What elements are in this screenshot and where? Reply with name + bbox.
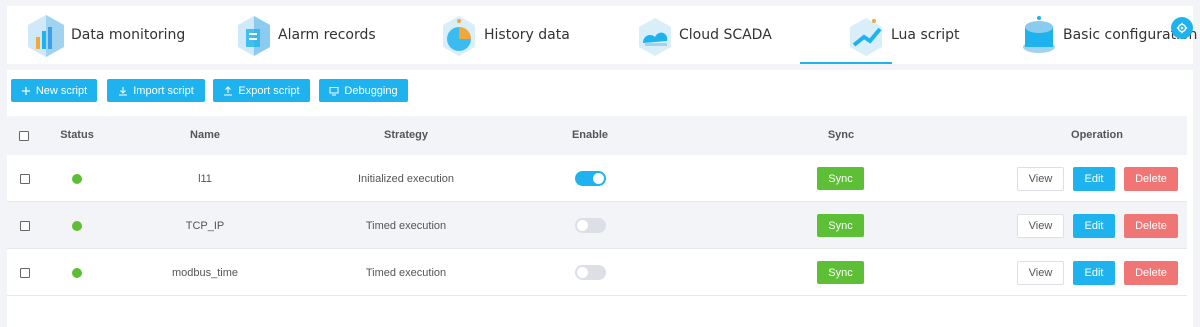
tab-label: Cloud SCADA [679,27,772,43]
script-name: modbus_time [171,266,239,279]
table-row: modbus_time Timed execution Sync View Ed… [7,249,1187,296]
sync-button[interactable]: Sync [817,202,864,249]
select-all-checkbox[interactable] [19,116,31,155]
edit-button[interactable]: Edit [1073,261,1115,285]
tab-label: Data monitoring [71,27,186,43]
history-data-icon [443,16,475,56]
view-button[interactable]: View [1017,261,1064,285]
edit-button[interactable]: Edit [1073,214,1115,238]
view-button[interactable]: View [1017,167,1064,191]
cloud-scada-icon [639,18,671,56]
table-row: TCP_IP Timed execution Sync View Edit De… [7,202,1187,249]
row-checkbox[interactable] [19,249,31,296]
script-panel: New script Import script Export script D… [7,70,1193,327]
export-script-button[interactable]: Export script [213,79,310,102]
row-checkbox[interactable] [19,155,31,202]
gear-icon [1176,22,1188,34]
status-indicator [67,202,87,249]
delete-button[interactable]: Delete [1124,167,1178,191]
monitor-icon [329,86,339,95]
script-strategy: Initialized execution [357,172,454,185]
column-name: Name [190,129,220,141]
alarm-records-icon [238,16,270,56]
import-script-button[interactable]: Import script [107,79,205,102]
edit-button[interactable]: Edit [1073,167,1115,191]
column-status: Status [60,129,94,141]
enable-toggle[interactable] [574,155,607,202]
enable-toggle[interactable] [574,202,607,249]
row-checkbox[interactable] [19,202,31,249]
tab-label: Alarm records [278,27,376,43]
column-enable: Enable [571,129,609,141]
basic-configuration-icon [1023,16,1055,53]
module-tab-bar: Data monitoring Alarm records History da… [7,6,1197,64]
data-monitoring-icon [28,15,64,57]
tab-label: History data [484,27,570,43]
delete-button[interactable]: Delete [1124,214,1178,238]
script-name: TCP_IP [185,219,225,232]
plus-icon [21,86,30,95]
sync-button[interactable]: Sync [817,155,864,202]
column-strategy: Strategy [383,129,429,141]
script-strategy: Timed execution [365,266,447,279]
upload-icon [224,85,233,96]
column-sync: Sync [827,129,855,141]
view-button[interactable]: View [1017,214,1064,238]
debugging-button[interactable]: Debugging [319,79,408,102]
script-strategy: Timed execution [365,219,447,232]
table-row: l11 Initialized execution Sync View Edit… [7,155,1187,202]
settings-gear-button[interactable] [1171,17,1193,39]
status-indicator [67,249,87,296]
table-header: Status Name Strategy Enable Sync Operati… [7,116,1187,155]
tab-label: Lua script [891,27,960,43]
delete-button[interactable]: Delete [1124,261,1178,285]
enable-toggle[interactable] [574,249,607,296]
lua-script-icon [850,18,882,56]
script-name: l11 [198,172,212,185]
column-operation: Operation [1071,129,1123,141]
new-script-button[interactable]: New script [11,79,97,102]
download-icon [119,86,128,96]
sync-button[interactable]: Sync [817,249,864,296]
status-indicator [67,155,87,202]
